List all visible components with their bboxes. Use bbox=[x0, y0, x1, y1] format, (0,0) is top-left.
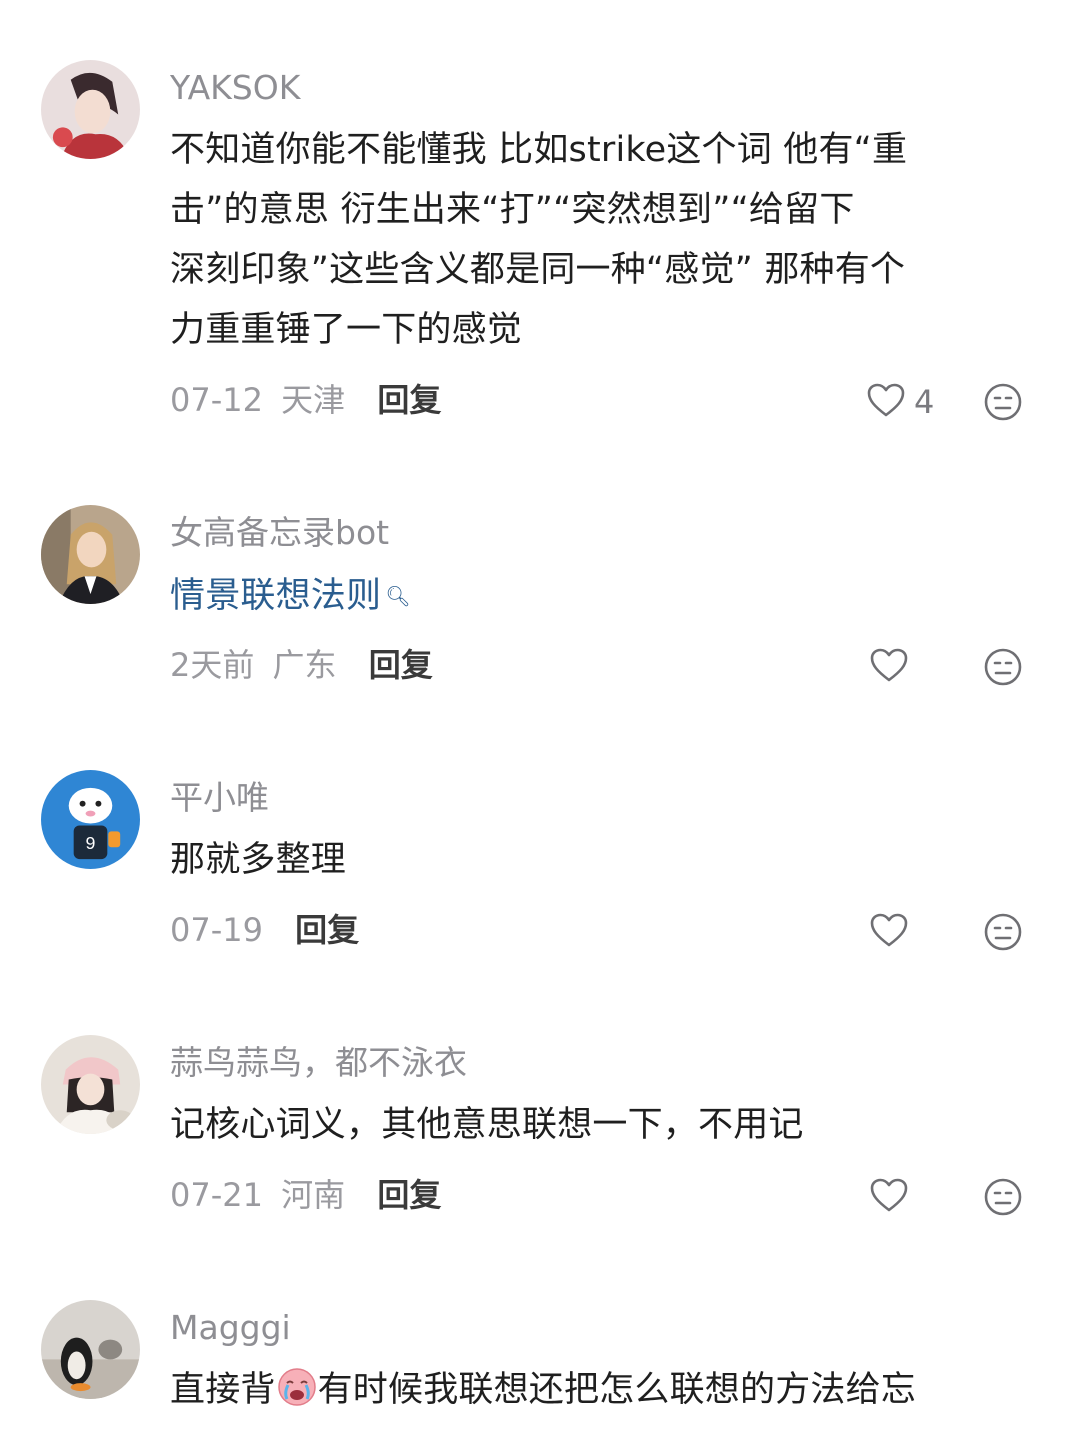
comment-date: 07-19 bbox=[170, 911, 263, 949]
search-icon: 🔍︎ bbox=[385, 584, 411, 608]
username[interactable]: YAKSOK bbox=[170, 68, 300, 108]
react-button[interactable] bbox=[983, 647, 1023, 687]
react-button[interactable] bbox=[983, 1177, 1023, 1217]
username[interactable]: 平小唯 bbox=[170, 778, 269, 818]
comment-date: 2天前 bbox=[170, 646, 255, 684]
comment-text-line: 记核心词义，其他意思联想一下，不用记 bbox=[170, 1105, 804, 1145]
like-button[interactable]: 4 bbox=[866, 382, 934, 422]
emoji-face-icon bbox=[983, 383, 1023, 426]
comment-location: 河南 bbox=[281, 1176, 346, 1214]
emoji-face-icon bbox=[983, 648, 1023, 691]
heart-outline-icon bbox=[869, 912, 909, 952]
heart-outline-icon bbox=[866, 382, 906, 422]
reply-button[interactable]: 回复 bbox=[369, 646, 433, 684]
emoji-face-icon bbox=[983, 1178, 1023, 1221]
comment-meta: 07-21 河南 回复 bbox=[170, 1175, 441, 1215]
comment-location: 天津 bbox=[281, 381, 346, 419]
comment-text: 直接背 有时候我联想还把怎么联想的方法给忘 bbox=[170, 1360, 1040, 1420]
comment-text-line: 击”的意思 衍生出来“打”“突然想到”“给留下 bbox=[170, 190, 855, 230]
comment-date: 07-12 bbox=[170, 381, 263, 419]
react-button[interactable] bbox=[983, 912, 1023, 952]
avatar[interactable] bbox=[41, 1035, 140, 1134]
like-button[interactable] bbox=[869, 647, 909, 687]
avatar[interactable] bbox=[41, 505, 140, 604]
username[interactable]: Magggi bbox=[170, 1308, 291, 1348]
search-keyword-link[interactable]: 情景联想法则 bbox=[170, 576, 381, 616]
comment-location: 广东 bbox=[272, 646, 337, 684]
comment-meta: 07-19 回复 bbox=[170, 910, 359, 950]
comment-text: 记核心词义，其他意思联想一下，不用记 bbox=[170, 1095, 1040, 1155]
avatar[interactable]: 9 bbox=[41, 770, 140, 869]
react-button[interactable] bbox=[983, 382, 1023, 422]
comment-text: 不知道你能不能懂我 比如strike这个词 他有“重 击”的意思 衍生出来“打”… bbox=[170, 120, 1040, 360]
reply-button[interactable]: 回复 bbox=[295, 911, 359, 949]
emoji-face-icon bbox=[983, 913, 1023, 956]
like-count: 4 bbox=[914, 383, 935, 421]
reply-button[interactable]: 回复 bbox=[377, 381, 441, 419]
comment-meta: 07-12 天津 回复 bbox=[170, 380, 441, 420]
comment-text-segment: 直接背 bbox=[170, 1370, 276, 1410]
comment-text-line: 深刻印象”这些含义都是同一种“感觉” 那种有个 bbox=[170, 250, 906, 290]
svg-text:9: 9 bbox=[86, 833, 96, 853]
like-button[interactable] bbox=[869, 1177, 909, 1217]
reply-button[interactable]: 回复 bbox=[377, 1176, 441, 1214]
heart-outline-icon bbox=[869, 647, 909, 687]
username[interactable]: 蒜鸟蒜鸟，都不泳衣 bbox=[170, 1043, 467, 1083]
comment-date: 07-21 bbox=[170, 1176, 263, 1214]
avatar[interactable] bbox=[41, 60, 140, 159]
comment-text-line: 力重重锤了一下的感觉 bbox=[170, 310, 523, 350]
comment-text: 那就多整理 bbox=[170, 830, 1040, 890]
comment-text-line: 不知道你能不能懂我 比如strike这个词 他有“重 bbox=[170, 130, 908, 170]
username[interactable]: 女高备忘录bot bbox=[170, 513, 389, 553]
comment-text-segment: 有时候我联想还把怎么联想的方法给忘 bbox=[317, 1370, 917, 1410]
avatar[interactable] bbox=[41, 1300, 140, 1399]
like-button[interactable] bbox=[869, 912, 909, 952]
comment-text[interactable]: 情景联想法则 🔍︎ bbox=[170, 566, 1040, 626]
comment-text-line: 直接背 有时候我联想还把怎么联想的方法给忘 bbox=[170, 1360, 1040, 1420]
comment-text-line: 那就多整理 bbox=[170, 840, 347, 880]
crying-face-emoji bbox=[276, 1365, 318, 1407]
heart-outline-icon bbox=[869, 1177, 909, 1217]
comment-meta: 2天前 广东 回复 bbox=[170, 645, 433, 685]
